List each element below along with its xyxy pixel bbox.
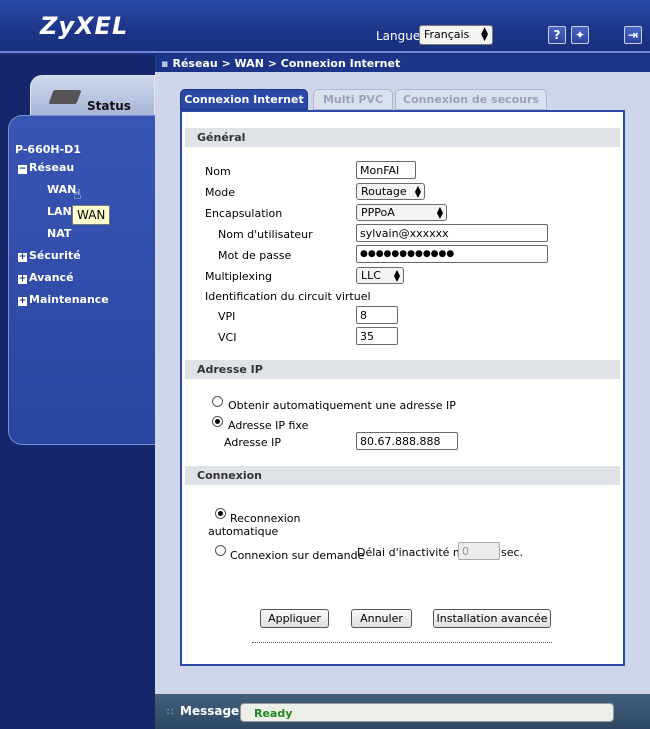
nom-field[interactable]: MonFAI [356,161,416,179]
sidebar-item-avance[interactable]: + Avancé [18,271,74,284]
sidebar: Status P-660H-D1 − Réseau WAN LAN NAT + Sé… [0,55,155,729]
password-label: Mot de passe [218,249,292,262]
status-label: Status [87,99,131,113]
message-label: Message [180,704,240,718]
chevron-updown-icon: ▲ ▼ [436,205,443,220]
language-select[interactable]: Français ▲ ▼ [419,25,493,45]
message-bar: ∷ Message Ready [155,694,650,729]
expand-icon[interactable]: + [18,297,27,306]
device-name: P-660H-D1 [15,143,81,156]
vci-field[interactable]: 35 [356,327,398,345]
username-label: Nom d'utilisateur [218,228,313,241]
vc-label: Identification du circuit virtuel [205,290,371,303]
multiplexing-select-value: LLC [361,269,381,282]
sidebar-item-label: Maintenance [29,293,109,306]
tab-multi-pvc[interactable]: Multi PVC [313,89,393,110]
sidebar-item-label: Sécurité [29,249,81,262]
idle-timeout-field[interactable]: 0 [458,542,500,560]
sidebar-item-label: NAT [47,227,72,240]
language-label: Langue: [376,29,425,43]
sidebar-item-reseau[interactable]: − Réseau [18,161,74,174]
advanced-setup-button[interactable]: Installation avancée [433,609,551,628]
tab-connexion-de-secours[interactable]: Connexion de secours [395,89,547,110]
apply-button[interactable]: Appliquer [260,609,329,628]
form-panel: Général Nom MonFAI Mode Routage ▲ ▼ Encap… [180,110,625,666]
zyxel-logo: ZyXEL [40,12,129,40]
reconnect-label-line1: Reconnexion [230,512,301,525]
chevron-updown-icon: ▲ ▼ [481,26,488,43]
username-field[interactable]: sylvain@xxxxxx [356,224,548,242]
sidebar-item-label: WAN [47,183,77,196]
breadcrumb-text: Réseau > WAN > Connexion Internet [172,57,401,70]
on-demand-radio[interactable] [215,545,226,556]
sidebar-item-label: Réseau [29,161,75,174]
sidebar-item-maintenance[interactable]: + Maintenance [18,293,109,306]
encapsulation-select[interactable]: PPPoA ▲ ▼ [356,204,447,221]
help-icon[interactable]: ? [548,26,566,44]
ip-address-label: Adresse IP [224,436,281,449]
ip-fixed-radio[interactable] [212,416,223,427]
chevron-updown-icon: ▲ ▼ [393,268,400,283]
section-connexion: Connexion [185,466,620,485]
collapse-icon[interactable]: − [18,165,27,174]
encapsulation-label: Encapsulation [205,207,283,220]
divider [252,642,552,643]
multiplexing-label: Multiplexing [205,270,273,283]
sidebar-item-label: Avancé [29,271,74,284]
password-field[interactable]: ●●●●●●●●●●●● [356,245,548,263]
router-icon [48,90,82,104]
section-adresse-ip: Adresse IP [185,360,620,379]
vci-label: VCI [218,331,237,344]
nom-label: Nom [205,165,231,178]
wizard-icon[interactable]: ✦ [571,26,589,44]
expand-icon[interactable]: + [18,253,27,262]
hand-cursor-icon: ☝ [73,187,82,203]
sidebar-item-lan[interactable]: LAN [47,205,72,218]
language-select-value: Français [424,28,470,41]
message-icon: ∷ [167,707,174,718]
encapsulation-select-value: PPPoA [361,206,395,219]
sidebar-item-nat[interactable]: NAT [47,227,71,240]
main-content: Connexion Internet Multi PVC Connexion d… [155,72,650,694]
cancel-button[interactable]: Annuler [351,609,412,628]
grid-icon: ▪ [161,57,169,70]
mode-label: Mode [205,186,235,199]
tooltip: WAN [72,205,111,225]
ip-fixed-label: Adresse IP fixe [228,419,309,432]
on-demand-label: Connexion sur demande [230,549,365,562]
mode-select[interactable]: Routage ▲ ▼ [356,183,425,200]
sidebar-item-wan[interactable]: WAN [47,183,76,196]
multiplexing-select[interactable]: LLC ▲ ▼ [356,267,404,284]
top-header: ZyXEL Langue: Français ▲ ▼ ? ✦ ⇥ [0,0,650,53]
ip-address-field[interactable]: 80.67.888.888 [356,432,458,450]
sidebar-item-securite[interactable]: + Sécurité [18,249,81,262]
breadcrumb: ▪ Réseau > WAN > Connexion Internet [155,55,650,72]
section-general: Général [185,128,620,147]
logout-icon[interactable]: ⇥ [624,26,642,44]
sidebar-item-label: LAN [47,205,72,218]
ip-auto-radio[interactable] [212,396,223,407]
chevron-updown-icon: ▲ ▼ [414,184,421,199]
message-status: Ready [240,703,614,722]
reconnect-label-line2: automatique [208,525,279,538]
expand-icon[interactable]: + [18,275,27,284]
tab-connexion-internet[interactable]: Connexion Internet [180,89,308,110]
vpi-field[interactable]: 8 [356,306,398,324]
vpi-label: VPI [218,310,236,323]
idle-timeout-unit: sec. [501,546,524,559]
mode-select-value: Routage [361,185,407,198]
ip-auto-label: Obtenir automatiquement une adresse IP [228,399,456,412]
reconnect-radio[interactable] [215,508,226,519]
